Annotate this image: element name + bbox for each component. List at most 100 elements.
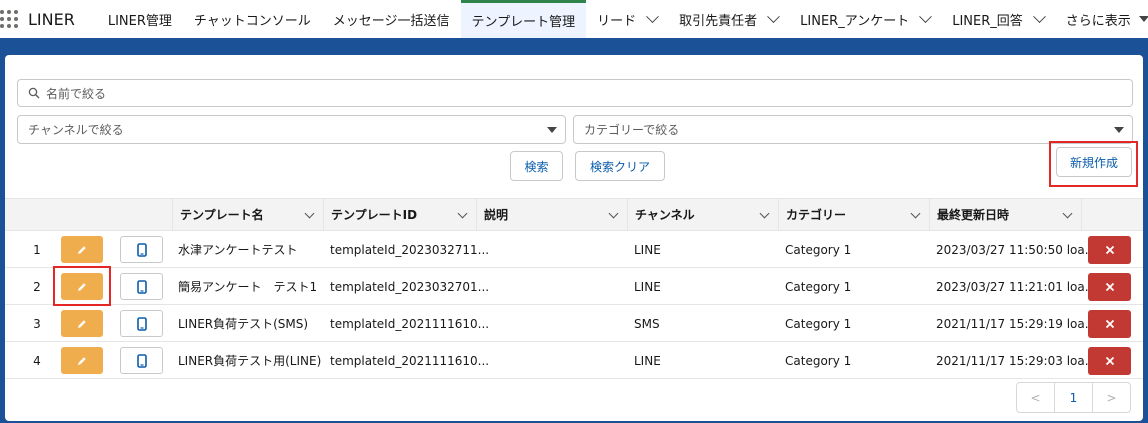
nav-tab-liner-answer[interactable]: LINER_回答 bbox=[941, 0, 1055, 38]
app-launcher-button[interactable] bbox=[0, 0, 18, 38]
channel-filter-select[interactable]: チャンネルで絞る bbox=[17, 115, 566, 144]
chevron-down-icon[interactable] bbox=[767, 9, 781, 23]
channel-cell: LINE bbox=[634, 279, 661, 294]
column-header-description[interactable]: 説明 bbox=[476, 199, 627, 230]
category-filter-placeholder: カテゴリーで絞る bbox=[584, 123, 680, 137]
table-row: 1 水津アンケートテスト templateId_2023032711... LI… bbox=[5, 231, 1143, 268]
channel-cell: LINE bbox=[634, 353, 661, 368]
close-icon bbox=[1105, 356, 1114, 366]
category-filter-select[interactable]: カテゴリーで絞る bbox=[573, 115, 1133, 144]
mobile-icon bbox=[136, 242, 147, 257]
nav-tab-label: リード bbox=[597, 13, 637, 29]
close-icon bbox=[1105, 282, 1114, 292]
caret-down-icon bbox=[547, 126, 557, 133]
search-icon bbox=[28, 87, 40, 99]
nav-tab-label: さらに表示 bbox=[1065, 13, 1131, 29]
template-id-cell: templateId_2023032701... bbox=[330, 279, 490, 294]
chevron-down-icon bbox=[457, 208, 468, 219]
template-id-cell: templateId_2023032711... bbox=[330, 242, 490, 257]
name-search-input[interactable]: 名前で絞る bbox=[17, 79, 1133, 107]
preview-button[interactable] bbox=[120, 347, 163, 374]
column-header-label: カテゴリー bbox=[786, 208, 847, 222]
nav-tab-liner-admin[interactable]: LINER管理 bbox=[97, 0, 183, 38]
updated-cell: 2023/03/27 11:21:01 loa... bbox=[936, 279, 1097, 294]
table-row: 4 LINER負荷テスト用(LINE) templateId_202111161… bbox=[5, 342, 1143, 379]
table-row: 2 簡易アンケート テスト1 templateId_2023032701... … bbox=[5, 268, 1143, 305]
highlight-box bbox=[1049, 141, 1138, 187]
pencil-icon bbox=[78, 245, 86, 254]
close-icon bbox=[1105, 245, 1114, 255]
global-nav: LINER LINER管理 チャットコンソール メッセージ一括送信 テンプレート… bbox=[0, 0, 1148, 41]
pencil-icon bbox=[78, 319, 86, 328]
close-icon bbox=[1105, 319, 1114, 329]
row-number: 3 bbox=[33, 316, 41, 331]
pencil-icon bbox=[78, 356, 86, 365]
nav-tab-label: LINER管理 bbox=[107, 13, 172, 29]
prev-page-button[interactable]: < bbox=[1017, 383, 1055, 412]
next-page-button[interactable]: > bbox=[1093, 383, 1130, 412]
preview-button[interactable] bbox=[120, 236, 163, 263]
preview-button[interactable] bbox=[120, 310, 163, 337]
mobile-icon bbox=[136, 279, 147, 294]
chevron-down-icon[interactable] bbox=[1032, 9, 1046, 23]
category-cell: Category 1 bbox=[785, 353, 852, 368]
chevron-down-icon[interactable] bbox=[646, 9, 660, 23]
nav-tab-leads[interactable]: リード bbox=[586, 0, 668, 38]
nav-tab-liner-survey[interactable]: LINER_アンケート bbox=[789, 0, 941, 38]
delete-button[interactable] bbox=[1088, 347, 1131, 375]
nav-tab-label: メッセージ一括送信 bbox=[332, 13, 450, 29]
table-row: 3 LINER負荷テスト(SMS) templateId_2021111610.… bbox=[5, 305, 1143, 342]
clear-search-button[interactable]: 検索クリア bbox=[575, 151, 665, 181]
nav-tab-bulk-message[interactable]: メッセージ一括送信 bbox=[322, 0, 461, 38]
nav-tab-chat-console[interactable]: チャットコンソール bbox=[183, 0, 322, 38]
waffle-icon bbox=[0, 10, 18, 28]
updated-cell: 2021/11/17 15:29:19 loa... bbox=[936, 316, 1097, 331]
column-header-label: テンプレートID bbox=[331, 208, 418, 222]
column-header-label: 説明 bbox=[484, 208, 509, 222]
search-placeholder: 名前で絞る bbox=[46, 86, 107, 101]
row-number: 1 bbox=[33, 242, 41, 257]
chevron-down-icon bbox=[304, 208, 315, 219]
template-name-cell: 水津アンケートテスト bbox=[178, 243, 298, 257]
caret-down-icon bbox=[1114, 126, 1124, 133]
delete-button[interactable] bbox=[1088, 310, 1131, 338]
nav-tab-more[interactable]: さらに表示 bbox=[1055, 0, 1148, 38]
nav-tab-label: 取引先責任者 bbox=[679, 13, 758, 29]
chevron-down-icon bbox=[910, 208, 921, 219]
channel-cell: SMS bbox=[634, 316, 660, 331]
search-button[interactable]: 検索 bbox=[510, 151, 563, 181]
nav-tab-label: テンプレート管理 bbox=[471, 15, 576, 30]
edit-button[interactable] bbox=[61, 236, 103, 263]
nav-tab-label: LINER_アンケート bbox=[800, 13, 910, 29]
mobile-icon bbox=[136, 353, 147, 368]
page-1-button[interactable]: 1 bbox=[1055, 383, 1093, 412]
column-header-actions bbox=[1081, 199, 1143, 230]
template-id-cell: templateId_2021111610... bbox=[330, 316, 490, 331]
column-header-id[interactable]: テンプレートID bbox=[323, 199, 476, 230]
template-name-cell: LINER負荷テスト(SMS) bbox=[178, 317, 309, 331]
column-header-channel[interactable]: チャンネル bbox=[627, 199, 778, 230]
nav-tab-template-admin[interactable]: テンプレート管理 bbox=[460, 0, 587, 38]
category-cell: Category 1 bbox=[785, 279, 852, 294]
delete-button[interactable] bbox=[1088, 273, 1131, 301]
app-name: LINER bbox=[28, 9, 75, 29]
chevron-down-icon[interactable] bbox=[919, 9, 933, 23]
delete-button[interactable] bbox=[1088, 236, 1131, 264]
column-header-label: テンプレート名 bbox=[180, 208, 264, 222]
column-header-updated[interactable]: 最終更新日時 bbox=[929, 199, 1081, 230]
preview-button[interactable] bbox=[120, 273, 163, 300]
template-name-cell: LINER負荷テスト用(LINE) bbox=[178, 354, 322, 368]
column-header-name[interactable]: テンプレート名 bbox=[172, 199, 323, 230]
nav-tab-contacts[interactable]: 取引先責任者 bbox=[668, 0, 789, 38]
chevron-down-icon bbox=[759, 208, 770, 219]
pagination: < 1 > bbox=[1016, 382, 1131, 413]
column-header-category[interactable]: カテゴリー bbox=[778, 199, 929, 230]
updated-cell: 2023/03/27 11:50:50 loa... bbox=[936, 242, 1097, 257]
channel-cell: LINE bbox=[634, 242, 661, 257]
category-cell: Category 1 bbox=[785, 316, 852, 331]
edit-button[interactable] bbox=[61, 310, 103, 337]
updated-cell: 2021/11/17 15:29:03 loa... bbox=[936, 353, 1097, 368]
chevron-down-icon bbox=[1062, 208, 1073, 219]
template-list-card: 名前で絞る チャンネルで絞る カテゴリーで絞る 検索 検索クリア 新規作成 テン… bbox=[5, 55, 1143, 421]
edit-button[interactable] bbox=[61, 347, 103, 374]
